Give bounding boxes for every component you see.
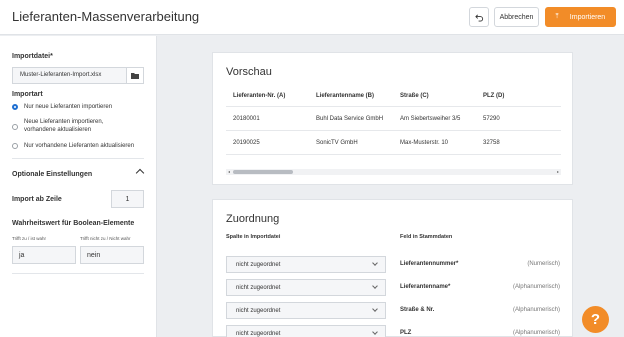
import-type-label: Importart — [12, 91, 43, 98]
file-name: Muster-Lieferanten-Import.xlsx — [20, 72, 102, 78]
column-select[interactable]: nicht zugeordnet — [226, 256, 386, 273]
scroll-right-icon[interactable]: ▸ — [557, 169, 559, 175]
table-cell: Am Siebertsweiher 3/5 — [400, 116, 461, 122]
import-button-label: Importieren — [569, 13, 606, 21]
preview-card: Vorschau Lieferanten-Nr. (A) Lieferanten… — [212, 52, 573, 185]
mapping-title: Zuordnung — [226, 213, 280, 225]
divider — [12, 273, 144, 274]
select-value: nicht zugeordnet — [236, 308, 281, 314]
radio-update-only-label: Nur vorhandene Lieferanten aktualisieren — [24, 143, 135, 149]
table-cell: 20180001 — [233, 116, 260, 122]
field-type: (Alphanumerisch) — [512, 307, 560, 313]
boolean-label: Wahrheitswert für Boolean-Elemente — [12, 220, 135, 227]
field-type: (Alphanumerisch) — [512, 284, 560, 290]
select-value: nicht zugeordnet — [236, 262, 281, 268]
optional-settings-label[interactable]: Optionale Einstellungen — [12, 171, 92, 178]
help-button[interactable]: ? — [582, 306, 609, 333]
table-cell: 32758 — [483, 140, 500, 146]
field-name: Straße & Nr. — [400, 307, 435, 313]
radio-new-and-update[interactable] — [12, 124, 18, 130]
horizontal-scrollbar[interactable]: ◂ ▸ — [226, 169, 561, 175]
field-type: (Alphanumerisch) — [512, 330, 560, 336]
start-row-input[interactable]: 1 — [111, 190, 144, 208]
column-header: Lieferantenname (B) — [316, 93, 375, 99]
column-select[interactable]: nicht zugeordnet — [226, 279, 386, 296]
column-header: Lieferanten-Nr. (A) — [233, 93, 286, 99]
folder-icon — [131, 73, 139, 79]
scroll-left-icon[interactable]: ◂ — [228, 169, 230, 175]
radio-new-and-update-label: Neue Lieferanten importieren, — [24, 119, 104, 125]
radio-new-only-label: Nur neue Lieferanten importieren — [24, 104, 113, 110]
chevron-down-icon — [372, 283, 378, 289]
mapping-card: Zuordnung Spalte in Importdatei Feld in … — [212, 199, 573, 337]
table-cell: Max-Musterstr. 10 — [400, 140, 449, 146]
true-value-input[interactable]: ja — [12, 246, 76, 264]
field-type: (Numerisch) — [527, 261, 560, 267]
cancel-button[interactable]: Abbrechen — [494, 7, 539, 27]
divider — [12, 158, 144, 159]
field-name: Lieferantennummer* — [400, 261, 459, 267]
radio-new-only[interactable] — [12, 104, 18, 110]
import-button[interactable]: ⤒ Importieren — [545, 7, 616, 27]
column-header: PLZ (D) — [483, 93, 505, 99]
target-column-header: Feld in Stammdaten — [400, 234, 453, 240]
top-bar: Lieferanten-Massenverarbeitung Abbrechen… — [0, 0, 624, 35]
scrollbar-thumb[interactable] — [233, 170, 293, 174]
select-value: nicht zugeordnet — [236, 285, 281, 291]
true-label: Trifft zu / ist wahr — [12, 236, 47, 241]
column-header: Straße (C) — [400, 93, 429, 99]
field-name: Lieferantenname* — [400, 284, 451, 290]
chevron-up-icon[interactable] — [135, 168, 145, 178]
column-select[interactable]: nicht zugeordnet — [226, 325, 386, 337]
divider — [226, 130, 561, 131]
upload-icon: ⤒ — [555, 13, 559, 20]
divider — [226, 106, 561, 107]
field-name: PLZ — [400, 330, 412, 336]
sidebar: Importdatei* Muster-Lieferanten-Import.x… — [0, 36, 157, 337]
select-value: nicht zugeordnet — [236, 331, 281, 337]
preview-title: Vorschau — [226, 66, 272, 78]
divider — [226, 154, 561, 155]
start-row-label: Import ab Zeile — [12, 196, 62, 203]
help-icon: ? — [590, 311, 601, 328]
table-cell: 20190025 — [233, 140, 260, 146]
source-column-header: Spalte in Importdatei — [226, 234, 281, 240]
file-input[interactable]: Muster-Lieferanten-Import.xlsx — [12, 67, 144, 84]
chevron-down-icon — [372, 329, 378, 335]
radio-new-and-update-label2: vorhandene aktualisieren — [24, 127, 92, 133]
false-label: Trifft nicht zu / Nicht wahr — [80, 236, 131, 241]
undo-button[interactable] — [469, 7, 489, 27]
false-value-input[interactable]: nein — [80, 246, 144, 264]
page-title: Lieferanten-Massenverarbeitung — [12, 9, 200, 24]
undo-icon — [474, 13, 483, 22]
chevron-down-icon — [372, 260, 378, 266]
radio-update-only[interactable] — [12, 143, 18, 149]
folder-button[interactable] — [126, 68, 143, 83]
table-cell: 57290 — [483, 116, 500, 122]
column-select[interactable]: nicht zugeordnet — [226, 302, 386, 319]
chevron-down-icon — [372, 306, 378, 312]
table-cell: Buhl Data Service GmbH — [316, 116, 384, 122]
table-cell: SonicTV GmbH — [316, 140, 358, 146]
file-label: Importdatei* — [12, 53, 53, 60]
